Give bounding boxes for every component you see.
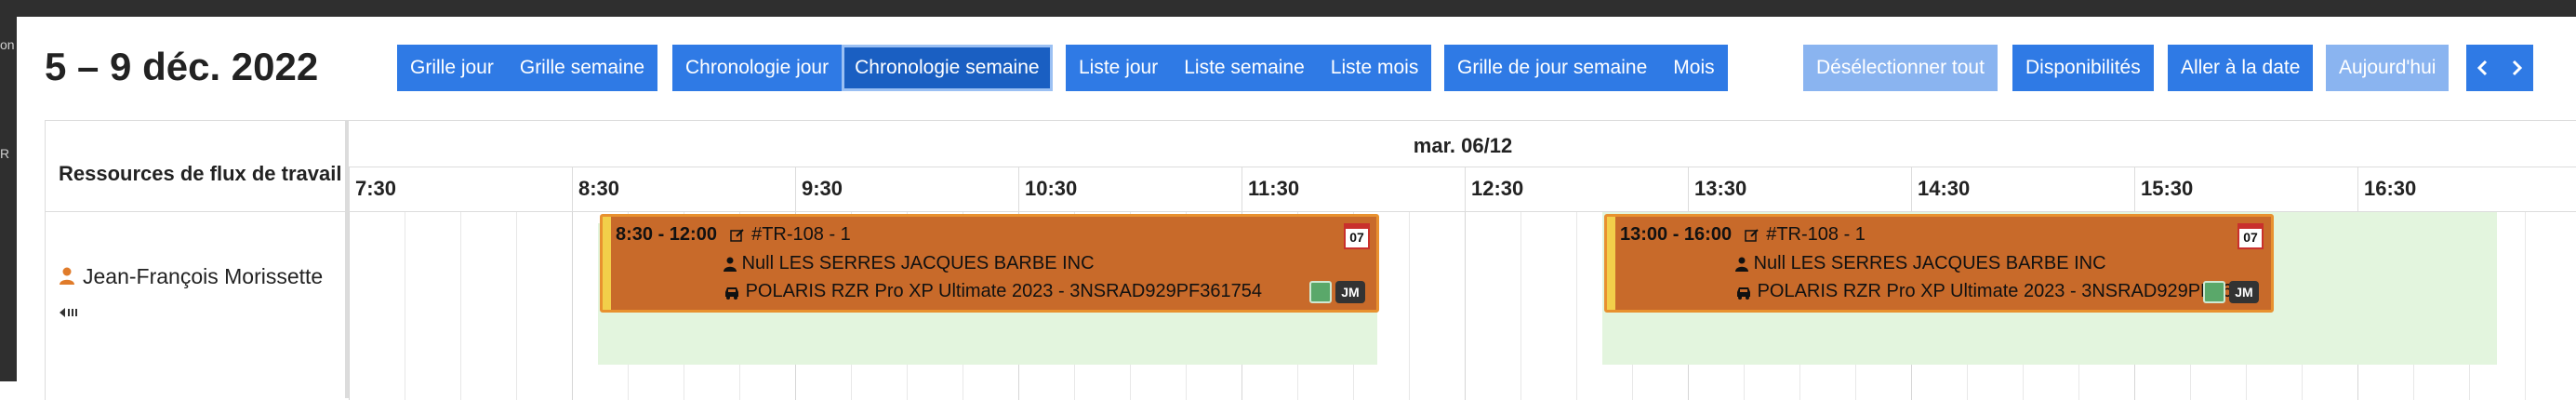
hour-column-header: 15:30 [2134, 167, 2357, 212]
aujourdhui-button[interactable]: Aujourd'hui [2326, 45, 2450, 91]
hour-gridline [1465, 212, 1466, 400]
calendar-date-icon: 07 [1344, 223, 1370, 249]
hour-column-header: 12:30 [1465, 167, 1688, 212]
hour-label: 8:30 [578, 177, 620, 200]
window-top-bar [0, 0, 2576, 17]
hour-label: 13:30 [1694, 177, 1747, 200]
car-icon [1737, 287, 1750, 300]
calendar-page: 5 – 9 déc. 2022 Grille jour Grille semai… [17, 17, 2576, 400]
hour-label: 15:30 [2141, 177, 2194, 200]
mois-button[interactable]: Mois [1660, 45, 1728, 91]
person-icon [724, 257, 737, 272]
disponibilites-button[interactable]: Disponibilités [2012, 45, 2154, 91]
hour-column-header: 13:30 [1688, 167, 1911, 212]
hour-label: 10:30 [1025, 177, 1078, 200]
event-vehicle: POLARIS RZR Pro XP Ultimate 2023 - 3NSRA… [1757, 281, 2256, 301]
hour-column-header: 9:30 [795, 167, 1018, 212]
event-block[interactable]: 13:00 - 16:00 #TR-108 - 1 Null LES SERRE… [1604, 214, 2274, 313]
timeline-grid: mar. 06/12 7:30 8:30 9:30 10:30 11:30 12:30 13… [349, 121, 2576, 400]
calendar-check-icon [2203, 281, 2225, 303]
resource-row: Jean-François Morissette [46, 212, 349, 398]
resource-name[interactable]: Jean-François Morissette [83, 264, 345, 289]
event-customer-line: Null LES SERRES JACQUES BARBE INC [724, 253, 1095, 274]
grille-de-jour-semaine-button[interactable]: Grille de jour semaine [1444, 45, 1661, 91]
slot-gridline [1576, 212, 1577, 400]
other-view-group: Grille de jour semaine Mois [1444, 45, 1728, 91]
grid-view-group: Grille jour Grille semaine [397, 45, 658, 91]
hour-label: 12:30 [1471, 177, 1524, 200]
event-block[interactable]: 8:30 - 12:00 #TR-108 - 1 Null LES SERRES… [600, 214, 1379, 313]
event-time: 13:00 - 16:00 [1620, 224, 1733, 245]
chronologie-jour-button[interactable]: Chronologie jour [672, 45, 843, 91]
hour-label: 16:30 [2364, 177, 2417, 200]
event-customer: Null LES SERRES JACQUES BARBE INC [1753, 253, 2106, 273]
page-title: 5 – 9 déc. 2022 [45, 45, 319, 88]
timeline-calendar: Ressources de flux de travail Jean-Franç… [45, 120, 2576, 400]
user-icon [60, 267, 74, 285]
hour-label: 11:30 [1248, 177, 1300, 200]
slot-gridline [1409, 212, 1410, 400]
chevron-left-icon [2476, 60, 2488, 76]
event-customer: Null LES SERRES JACQUES BARBE INC [741, 253, 1095, 273]
initials-badge: JM [2229, 281, 2259, 303]
left-edge-text: on [0, 37, 15, 52]
chevron-right-icon [2512, 60, 2523, 76]
prev-button[interactable] [2466, 45, 2500, 91]
hour-gridline [349, 212, 350, 400]
liste-semaine-button[interactable]: Liste semaine [1171, 45, 1318, 91]
hour-column-header: 14:30 [1911, 167, 2134, 212]
liste-mois-button[interactable]: Liste mois [1317, 45, 1432, 91]
timeline-view-group: Chronologie jour Chronologie semaine [672, 45, 1053, 91]
event-time: 8:30 - 12:00 [616, 224, 717, 245]
calendar-date-icon: 07 [2237, 223, 2264, 249]
hour-gridline [572, 212, 573, 400]
slot-gridline [1520, 212, 1521, 400]
calendar-check-icon [1309, 281, 1332, 303]
event-ref: #TR-108 - 1 [751, 224, 851, 245]
hour-label: 14:30 [1918, 177, 1971, 200]
slot-gridline [2525, 212, 2526, 400]
event-header-line: 13:00 - 16:00 #TR-108 - 1 [1620, 224, 1866, 246]
nav-arrows-group [2466, 45, 2533, 91]
event-header-line: 8:30 - 12:00 #TR-108 - 1 [616, 224, 851, 246]
list-view-group: Liste jour Liste semaine Liste mois [1066, 45, 1432, 91]
event-customer-line: Null LES SERRES JACQUES BARBE INC [1735, 253, 2106, 274]
grille-jour-button[interactable]: Grille jour [397, 45, 507, 91]
event-vehicle-line: POLARIS RZR Pro XP Ultimate 2023 - 3NSRA… [724, 281, 1262, 302]
arrow-left-bars-icon[interactable] [59, 306, 79, 319]
person-icon [1735, 257, 1748, 272]
day-label: mar. 06/12 [1413, 134, 1513, 157]
window-left-bar: on R [0, 0, 17, 381]
event-vehicle: POLARIS RZR Pro XP Ultimate 2023 - 3NSRA… [745, 281, 1263, 301]
hour-column-header: 16:30 [2357, 167, 2576, 212]
event-status-bar [603, 217, 611, 310]
grille-semaine-button[interactable]: Grille semaine [506, 45, 658, 91]
day-header: mar. 06/12 [349, 121, 2576, 167]
hour-column-header: 10:30 [1018, 167, 1242, 212]
event-status-bar [1607, 217, 1615, 310]
liste-jour-button[interactable]: Liste jour [1066, 45, 1172, 91]
edit-icon[interactable] [1744, 228, 1759, 243]
event-vehicle-line: POLARIS RZR Pro XP Ultimate 2023 - 3NSRA… [1735, 281, 2256, 302]
event-ref: #TR-108 - 1 [1766, 224, 1866, 245]
hour-label: 9:30 [802, 177, 843, 200]
slot-gridline [460, 212, 461, 400]
left-edge-text: R [0, 146, 10, 161]
chronologie-semaine-button[interactable]: Chronologie semaine [842, 45, 1053, 91]
next-button[interactable] [2500, 45, 2533, 91]
edit-icon[interactable] [729, 228, 745, 243]
hour-column-header: 7:30 [349, 167, 572, 212]
aller-a-la-date-button[interactable]: Aller à la date [2168, 45, 2314, 91]
hour-column-header: 11:30 [1242, 167, 1465, 212]
hour-column-header: 8:30 [572, 167, 795, 212]
resource-column-header: Ressources de flux de travail [46, 121, 349, 212]
hour-label: 7:30 [355, 177, 397, 200]
initials-badge: JM [1335, 281, 1365, 303]
slot-gridline [516, 212, 517, 400]
car-icon [725, 287, 738, 300]
resource-header-label: Ressources de flux de travail [59, 162, 342, 185]
deselect-all-button[interactable]: Désélectionner tout [1803, 45, 1998, 91]
